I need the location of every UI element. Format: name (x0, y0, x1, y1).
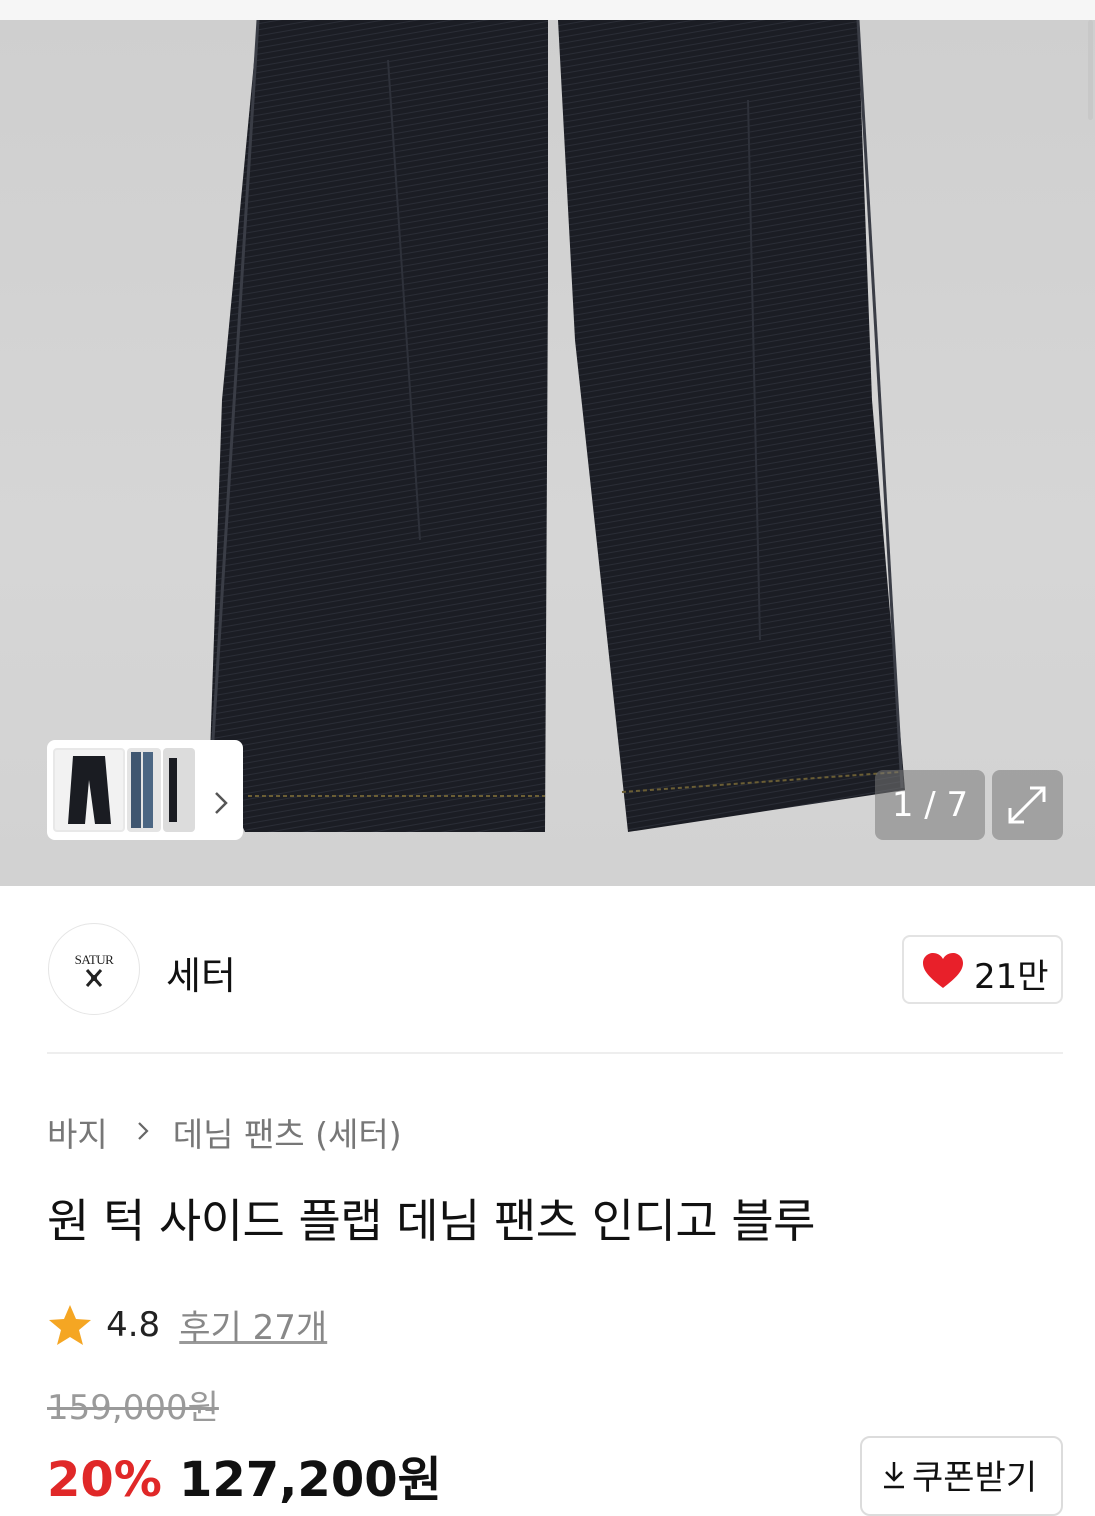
review-link[interactable]: 후기 27개 (179, 1300, 327, 1349)
coupon-button[interactable]: 쿠폰받기 (860, 1436, 1063, 1516)
coupon-label: 쿠폰받기 (912, 1458, 1038, 1498)
chevron-right-icon[interactable] (212, 790, 230, 816)
thumbnail-jeans-image (131, 752, 153, 828)
product-title: 원 턱 사이드 플랩 데님 팬츠 인디고 블루 (47, 1194, 815, 1248)
rating-value: 4.8 (106, 1304, 161, 1345)
original-price: 159,000원 (47, 1388, 219, 1428)
like-count: 21만 (974, 957, 1049, 997)
heart-icon (923, 953, 963, 988)
star-icon (49, 1304, 91, 1345)
brand-name[interactable]: 세터 (166, 945, 236, 1000)
image-counter: 1 / 7 (875, 770, 985, 840)
brand-logo[interactable]: SATUR (48, 923, 140, 1015)
thumbnail-detail-image (169, 758, 177, 822)
chevron-right-icon (138, 1121, 149, 1140)
brand-emblem-icon (85, 969, 103, 987)
like-button[interactable]: 21만 (902, 935, 1063, 1004)
divider (47, 1052, 1063, 1054)
download-icon (884, 1462, 904, 1489)
scrollbar[interactable] (1088, 20, 1093, 120)
breadcrumb-subcategory[interactable]: 데님 팬츠 (세터) (173, 1108, 402, 1156)
thumbnail-pants-image (68, 756, 111, 824)
thumbnail-1[interactable] (53, 748, 125, 832)
thumbnail-3[interactable] (163, 748, 195, 832)
expand-button[interactable] (992, 770, 1063, 840)
rating-row: 4.8 후기 27개 (47, 1300, 327, 1348)
breadcrumb-category[interactable]: 바지 (47, 1108, 108, 1156)
expand-icon (1008, 786, 1046, 824)
top-strip (0, 0, 1095, 20)
breadcrumb: 바지 데님 팬츠 (세터) (47, 1108, 402, 1156)
thumbnail-2[interactable] (127, 748, 161, 832)
